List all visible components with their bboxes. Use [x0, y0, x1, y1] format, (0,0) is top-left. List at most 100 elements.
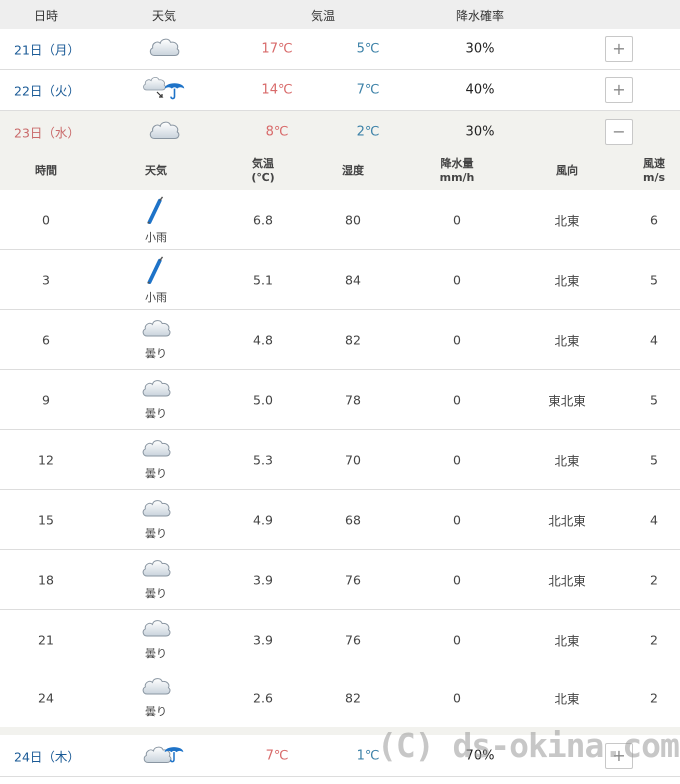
- hour-precip: 0: [453, 572, 461, 587]
- hour-humidity: 76: [345, 632, 361, 647]
- hour-temp: 4.9: [253, 512, 273, 527]
- hour-temp: 5.1: [253, 272, 273, 287]
- hour-precip: 0: [453, 512, 461, 527]
- hourly-row: 15 曇り 4.9 68 0 北北東 4: [0, 490, 680, 550]
- watermark-text: (C) ds-okina.com: [377, 726, 680, 765]
- header-date: 日時: [33, 9, 59, 23]
- day-date: 24日（木）: [14, 749, 80, 764]
- hour-weather-label: 曇り: [145, 647, 167, 660]
- umbrella-icon: [144, 273, 168, 288]
- cloud-icon: [140, 509, 172, 524]
- hour-weather: 曇り: [140, 556, 172, 601]
- cloudy-rain-icon: [141, 740, 187, 772]
- hour-time: 21: [38, 632, 54, 647]
- hour-wind-speed: 2: [650, 632, 658, 647]
- hourly-row: 0 小雨 6.8 80 0 北東 6: [0, 190, 680, 250]
- hour-wind-dir: 北東: [554, 691, 580, 707]
- cloud-icon: [140, 569, 172, 584]
- hour-time: 3: [42, 272, 50, 287]
- hourly-row: 18 曇り 3.9 76 0 北北東 2: [0, 550, 680, 610]
- hour-time: 9: [42, 392, 50, 407]
- hour-wind-speed: 5: [650, 392, 658, 407]
- day-date: 21日（月）: [14, 42, 80, 58]
- hour-weather: 小雨: [144, 196, 168, 245]
- collapse-button[interactable]: −: [605, 118, 633, 145]
- hour-time: 0: [42, 212, 50, 227]
- hour-weather-label: 曇り: [145, 467, 167, 480]
- expand-button[interactable]: +: [605, 36, 633, 62]
- cloud-icon: [140, 629, 172, 644]
- hour-weather: 曇り: [140, 616, 172, 661]
- hour-wind-dir: 北東: [554, 273, 580, 288]
- day-row-22: 22日（火） 14℃ 7℃ 40% +: [0, 70, 680, 111]
- hour-temp: 2.6: [253, 690, 273, 706]
- hour-weather-label: 曇り: [145, 407, 167, 420]
- hourly-row: 12 曇り 5.3 70 0 北東 5: [0, 430, 680, 490]
- header-weather: 天気: [151, 9, 177, 23]
- hour-wind-speed: 5: [650, 272, 658, 287]
- hour-wind-speed: 4: [650, 512, 658, 527]
- hourly-header-weather: 天気: [145, 164, 167, 177]
- day-precip: 40%: [465, 82, 495, 98]
- hour-wind-dir: 北北東: [548, 513, 586, 528]
- hour-weather-label: 曇り: [145, 705, 167, 718]
- hour-temp: 5.0: [253, 392, 273, 407]
- hourly-row: 6 曇り 4.8 82 0 北東 4: [0, 310, 680, 370]
- hour-wind-dir: 北東: [554, 333, 580, 348]
- hourly-header-precip: 降水量 mm/h: [439, 157, 475, 184]
- hour-wind-dir: 北東: [554, 633, 580, 648]
- hour-time: 18: [38, 572, 54, 587]
- hour-wind-speed: 4: [650, 332, 658, 347]
- header-precip-prob: 降水確率: [455, 9, 505, 23]
- hourly-row: 9 曇り 5.0 78 0 東北東 5: [0, 370, 680, 430]
- cloudy-icon: [147, 117, 181, 146]
- hour-wind-dir: 北北東: [548, 573, 586, 588]
- cloud-icon: [140, 687, 172, 702]
- day-precip: 30%: [465, 124, 495, 139]
- hour-precip: 0: [453, 272, 461, 287]
- hourly-row: 24 曇り 2.6 82 0 北東 2: [0, 668, 680, 728]
- day-high: 14℃: [261, 82, 293, 98]
- hour-temp: 3.9: [253, 572, 273, 587]
- hour-humidity: 78: [345, 392, 361, 407]
- cloud-icon: [140, 449, 172, 464]
- hour-weather-label: 曇り: [145, 587, 167, 600]
- day-low: 2℃: [356, 124, 380, 139]
- hour-time: 15: [38, 512, 54, 527]
- expand-button[interactable]: +: [605, 77, 633, 103]
- hour-temp: 6.8: [253, 212, 273, 227]
- hour-humidity: 84: [345, 272, 361, 287]
- hour-humidity: 82: [345, 332, 361, 347]
- hour-humidity: 76: [345, 572, 361, 587]
- day-row-21: 21日（月） 17℃ 5℃ 30% +: [0, 29, 680, 70]
- hourly-header-wind-dir: 風向: [556, 164, 578, 177]
- hour-precip: 0: [453, 452, 461, 467]
- hour-weather-label: 曇り: [145, 347, 167, 360]
- hour-precip: 0: [453, 212, 461, 227]
- hour-humidity: 80: [345, 212, 361, 227]
- hour-wind-dir: 東北東: [548, 393, 586, 408]
- day-date: 22日（火）: [14, 83, 80, 99]
- hour-wind-speed: 6: [650, 212, 658, 227]
- day-high: 7℃: [265, 748, 289, 763]
- hour-wind-speed: 2: [650, 572, 658, 587]
- header-temp: 気温: [310, 9, 336, 23]
- hour-temp: 3.9: [253, 632, 273, 647]
- hour-humidity: 68: [345, 512, 361, 527]
- cloud-icon: [140, 389, 172, 404]
- hour-time: 12: [38, 452, 54, 467]
- hourly-header-time: 時間: [35, 164, 57, 177]
- hour-weather-label: 曇り: [145, 527, 167, 540]
- hour-wind-speed: 2: [650, 690, 658, 706]
- hour-weather-label: 小雨: [145, 291, 167, 304]
- day-precip: 30%: [465, 41, 495, 57]
- day-low: 1℃: [356, 748, 380, 763]
- day-low: 7℃: [356, 82, 380, 98]
- day-date: 23日（水）: [14, 125, 80, 140]
- cloudy-then-rain-icon: [141, 74, 187, 106]
- hour-wind-dir: 北東: [554, 213, 580, 228]
- hour-weather: 曇り: [140, 376, 172, 421]
- cloudy-icon: [147, 35, 181, 64]
- forecast-header: 日時 天気 気温 降水確率: [0, 0, 680, 29]
- day-high: 8℃: [265, 124, 289, 139]
